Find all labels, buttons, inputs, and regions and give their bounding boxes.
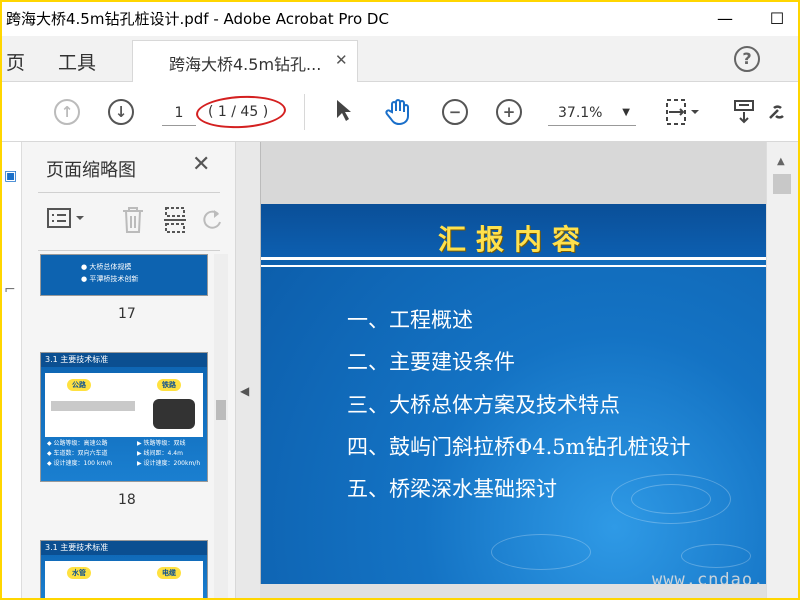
tab-home[interactable]: 页 [6, 48, 25, 75]
page-thumbnails-icon[interactable]: ▣ [4, 168, 17, 184]
ripple-decoration [681, 544, 751, 568]
thumbnail-text: ● 平潭桥技术创新 [81, 275, 139, 283]
agenda-item: 一、工程概述 [347, 308, 473, 332]
toolbar-divider [304, 94, 305, 130]
thumbnail-text: ◆ 车道数：双向六车道 [47, 450, 108, 457]
page-extract-icon[interactable] [162, 206, 188, 239]
delete-icon[interactable] [120, 206, 146, 239]
bookmark-icon[interactable]: ⌐ [4, 282, 16, 298]
page-thumbnail[interactable]: ● 大桥总体规模 ● 平潭桥技术创新 [40, 254, 208, 296]
ripple-decoration [631, 484, 711, 514]
arrow-up-icon[interactable]: ↑ [54, 99, 80, 125]
page-thumbnail[interactable]: 3.1 主要技术标准 水管 电缆 [40, 540, 208, 598]
red-ellipse-annotation [195, 93, 287, 131]
thumbnail-badge: 公路 [67, 379, 91, 391]
ripple-decoration [491, 534, 591, 570]
page-number-input[interactable]: 1 [162, 100, 196, 126]
arrow-down-icon[interactable]: ↓ [108, 99, 134, 125]
help-icon[interactable]: ? [734, 46, 760, 72]
slide-page: 汇报内容 一、工程概述 二、主要建设条件 三、大桥总体方案及技术特点 四、鼓屿门… [260, 204, 766, 584]
thumbnail-drawing: 公路 铁路 [45, 373, 203, 437]
scrollbar-thumb[interactable] [216, 400, 226, 420]
divider [38, 192, 220, 193]
stamp-icon[interactable] [732, 98, 756, 132]
select-cursor-icon[interactable] [334, 98, 354, 128]
thumbnail-text: ▶ 设计速度：200km/h [137, 460, 201, 467]
scrollbar-thumb[interactable] [773, 174, 791, 194]
collapse-pane-icon[interactable]: ◀ [240, 384, 249, 398]
toolbar: ↑ ↓ 1 ( 1 / 45 ) − + 37.1% ▼ [2, 82, 798, 142]
thumbnail-badge: 电缆 [157, 567, 181, 579]
navigation-strip: ▣ ⌐ [2, 142, 22, 598]
agenda-item: 五、桥梁深水基础探讨 [347, 477, 557, 501]
thumbnail-page-number: 18 [118, 492, 136, 508]
minimize-icon[interactable]: — [708, 5, 742, 33]
slide-title: 汇报内容 [437, 223, 590, 256]
acrobat-window: 跨海大桥4.5m钻孔桩设计.pdf - Adobe Acrobat Pro DC… [2, 2, 798, 598]
thumbnail-badge: 水管 [67, 567, 91, 579]
zoom-value: 37.1% [558, 105, 603, 121]
tab-tools[interactable]: 工具 [58, 48, 96, 75]
scroll-up-icon[interactable]: ▲ [777, 156, 785, 167]
title-bar: 跨海大桥4.5m钻孔桩设计.pdf - Adobe Acrobat Pro DC… [2, 2, 798, 36]
page-thumbnail[interactable]: 3.1 主要技术标准 公路 铁路 ◆ 公路等级：高速公路 ◆ 车道数：双向六车道… [40, 352, 208, 482]
maximize-icon[interactable]: ☐ [760, 5, 794, 33]
thumbnail-text: ◆ 公路等级：高速公路 [47, 440, 108, 447]
document-scrollbar[interactable]: ▲ [766, 142, 798, 598]
options-menu-icon[interactable] [46, 206, 88, 235]
hand-tool-icon[interactable] [384, 98, 412, 132]
thumbnail-page-number: 17 [118, 306, 136, 322]
agenda-item: 四、鼓屿门斜拉桥Φ4.5m钻孔桩设计 [347, 435, 691, 459]
page-fit-icon[interactable] [664, 98, 700, 134]
zoom-out-icon[interactable]: − [442, 99, 468, 125]
document-tab-label: 跨海大桥4.5m钻孔... [169, 55, 322, 74]
close-icon[interactable]: ✕ [335, 51, 348, 69]
zoom-select[interactable]: 37.1% ▼ [548, 100, 636, 126]
slide-rule [261, 265, 766, 267]
zoom-in-icon[interactable]: + [496, 99, 522, 125]
chevron-down-icon: ▼ [622, 107, 630, 118]
thumbnail-text: ◆ 设计速度：100 km/h [47, 460, 113, 467]
rotate-icon[interactable] [202, 206, 224, 239]
thumbnail-text: ▶ 铁路等级：双线 [137, 440, 186, 447]
window-title: 跨海大桥4.5m钻孔桩设计.pdf - Adobe Acrobat Pro DC [6, 10, 389, 28]
tab-bar: 页 工具 跨海大桥4.5m钻孔... ✕ ? [2, 36, 798, 82]
thumbnail-drawing: 水管 电缆 [45, 561, 203, 598]
thumbnail-pane: 页面缩略图 ✕ ● 大桥总体规模 ● 平潭桥技术创新 17 3.1 主要技术标准… [22, 142, 236, 598]
agenda-item: 三、大桥总体方案及技术特点 [347, 393, 620, 417]
close-icon[interactable]: ✕ [192, 152, 210, 177]
thumbnail-header: 3.1 主要技术标准 [41, 541, 207, 555]
divider [38, 250, 220, 251]
thumbnail-text: ● 大桥总体规模 [81, 263, 132, 271]
link-icon[interactable] [764, 98, 796, 132]
thumbnail-header: 3.1 主要技术标准 [41, 353, 207, 367]
pane-title: 页面缩略图 [46, 160, 136, 181]
agenda-item: 二、主要建设条件 [347, 350, 515, 374]
thumbnail-badge: 铁路 [157, 379, 181, 391]
previous-page-edge [260, 142, 766, 204]
thumbnail-scrollbar[interactable] [214, 254, 228, 598]
thumbnail-text: ▶ 线间距：4.4m [137, 450, 183, 457]
tab-document[interactable]: 跨海大桥4.5m钻孔... ✕ [132, 40, 358, 82]
